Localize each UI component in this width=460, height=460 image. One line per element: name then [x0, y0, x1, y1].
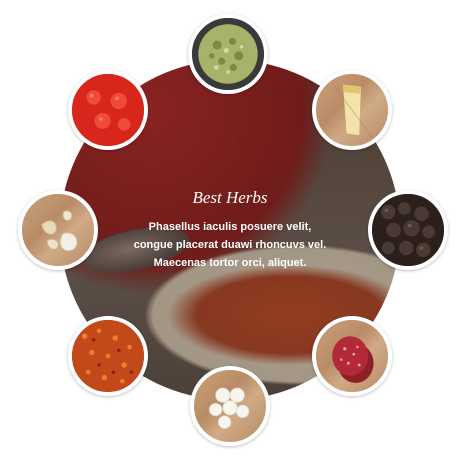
ingredient-herbs[interactable] [188, 14, 268, 94]
ingredients-wheel: Best Herbs Phasellus iaculis posuere vel… [0, 0, 460, 460]
tomato-icon [72, 74, 144, 146]
cheese-icon [331, 82, 373, 138]
peppercorn-icon [372, 194, 444, 266]
ingredient-cheese[interactable] [312, 70, 392, 150]
mozzarella-icon [208, 387, 250, 429]
ingredient-garlic[interactable] [18, 190, 98, 270]
feature-caption: Best Herbs Phasellus iaculis posuere vel… [130, 188, 330, 272]
ingredient-chili-flakes[interactable] [68, 316, 148, 396]
ingredient-tomato[interactable] [68, 70, 148, 150]
herbs-icon [192, 18, 264, 90]
chili-flakes-icon [72, 320, 144, 392]
ingredient-peppercorns[interactable] [368, 190, 448, 270]
salami-icon [332, 336, 374, 383]
feature-description: Phasellus iaculis posuere velit, congue … [133, 221, 327, 269]
ingredient-mozzarella[interactable] [190, 366, 270, 446]
garlic-icon [41, 210, 78, 252]
ingredient-salami[interactable] [312, 316, 392, 396]
feature-title: Best Herbs [192, 188, 268, 207]
